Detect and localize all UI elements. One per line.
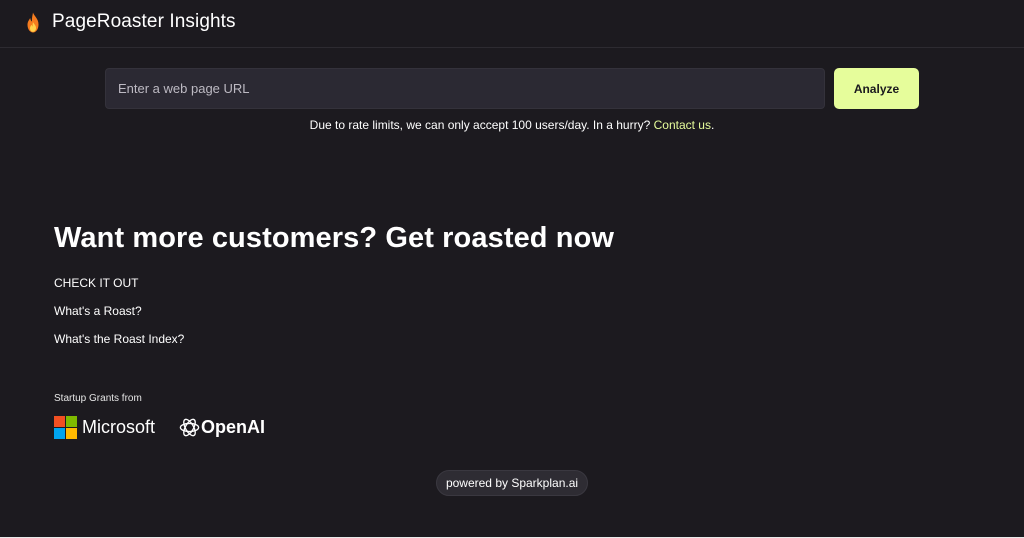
rate-limit-notice: Due to rate limits, we can only accept 1… — [0, 118, 1024, 132]
openai-logo-icon — [179, 418, 200, 437]
page: PageRoaster Insights Analyze Due to rate… — [0, 0, 1024, 537]
startup-grants-label: Startup Grants from — [54, 393, 142, 404]
microsoft-wordmark: Microsoft — [82, 417, 156, 437]
top-header: PageRoaster Insights — [0, 0, 1024, 48]
url-input[interactable] — [105, 68, 825, 109]
flame-icon — [27, 12, 39, 33]
rate-limit-text: Due to rate limits, we can only accept 1… — [309, 118, 654, 132]
hero-headline: Want more customers? Get roasted now — [54, 222, 615, 254]
whats-roast-index-link[interactable]: What's the Roast Index? — [54, 332, 184, 346]
contact-us-link[interactable]: Contact us — [654, 118, 711, 132]
whats-a-roast-link[interactable]: What's a Roast? — [54, 304, 142, 318]
check-it-out-link[interactable]: CHECK IT OUT — [54, 276, 138, 290]
notice-suffix: . — [710, 118, 715, 132]
openai-wordmark: OpenAI — [201, 417, 266, 437]
app-title: PageRoaster Insights — [52, 11, 236, 32]
powered-by-badge[interactable]: powered by Sparkplan.ai — [436, 470, 588, 496]
analyze-button[interactable]: Analyze — [834, 68, 919, 109]
microsoft-logo-icon — [54, 416, 77, 439]
